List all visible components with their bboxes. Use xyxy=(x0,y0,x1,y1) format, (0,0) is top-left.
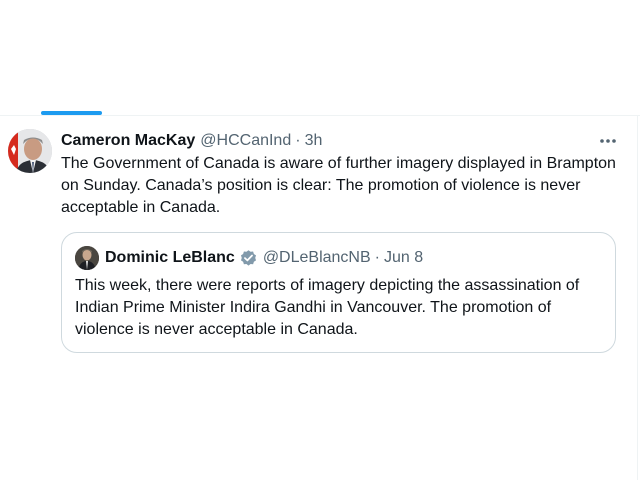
quoted-date[interactable]: Jun 8 xyxy=(384,249,423,267)
avatar[interactable] xyxy=(8,129,52,173)
verified-badge-icon xyxy=(239,249,258,268)
quoted-author-name[interactable]: Dominic LeBlanc xyxy=(105,249,235,267)
separator-dot: · xyxy=(295,132,301,149)
divider xyxy=(0,115,640,116)
more-icon[interactable] xyxy=(596,131,620,151)
tweet-text: The Government of Canada is aware of fur… xyxy=(61,155,616,216)
tweet-time[interactable]: 3h xyxy=(305,132,323,150)
quoted-header: Dominic LeBlanc @DLeBlancNB · Jun 8 xyxy=(105,248,423,268)
quoted-avatar[interactable] xyxy=(75,246,99,270)
separator-dot: · xyxy=(374,249,380,266)
timeline-border xyxy=(637,116,638,480)
author-name[interactable]: Cameron MacKay xyxy=(61,132,195,150)
quoted-text: This week, there were reports of imagery… xyxy=(75,277,580,338)
quoted-author-handle[interactable]: @DLeBlancNB xyxy=(263,249,371,267)
tweet-header: Cameron MacKay @HCCanInd · 3h xyxy=(61,131,322,151)
quoted-tweet[interactable]: Dominic LeBlanc @DLeBlancNB · Jun 8 This… xyxy=(61,232,616,353)
author-handle[interactable]: @HCCanInd xyxy=(200,132,291,150)
